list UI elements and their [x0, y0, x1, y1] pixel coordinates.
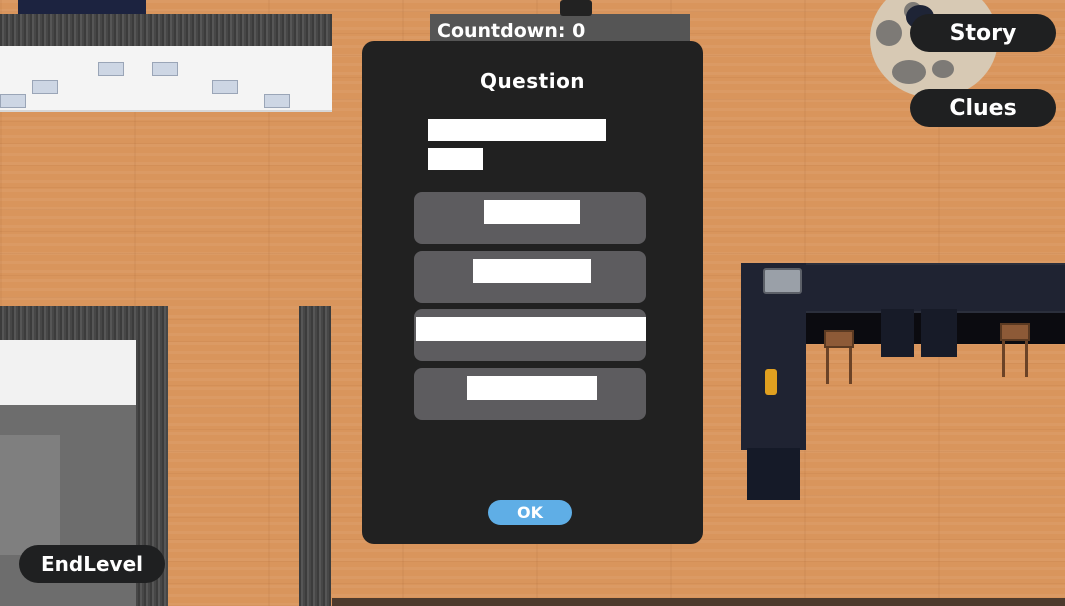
soda-can-icon [765, 369, 777, 395]
top-left-furniture [18, 0, 146, 14]
countdown-value: 0 [572, 20, 586, 42]
clues-button[interactable]: Clues [910, 89, 1056, 127]
answer-text-redacted [473, 259, 591, 283]
end-level-button[interactable]: EndLevel [19, 545, 165, 583]
question-title: Question [479, 69, 586, 93]
countdown-display: Countdown: 0 [437, 20, 585, 42]
answer-text-redacted [467, 376, 597, 400]
bar-stool [1000, 323, 1030, 377]
countdown-label: Countdown: [437, 20, 566, 42]
story-button[interactable]: Story [910, 14, 1056, 52]
bar-stool [824, 330, 854, 384]
ok-button[interactable]: OK [488, 500, 572, 525]
question-text-redacted [428, 119, 606, 141]
sink-icon [763, 268, 802, 294]
left-room-counter [0, 340, 136, 406]
answer-text-redacted [416, 317, 646, 341]
answer-option-1[interactable] [414, 192, 646, 244]
answer-option-3[interactable] [414, 309, 646, 361]
answer-option-2[interactable] [414, 251, 646, 303]
question-text-redacted [428, 148, 483, 170]
answer-text-redacted [484, 200, 580, 224]
top-left-wall [0, 14, 332, 48]
question-dialog: Question OK [362, 41, 703, 544]
bottom-wall-edge [332, 598, 1065, 606]
kitchen-counter-base [747, 448, 800, 500]
center-wall-pillar [299, 306, 331, 606]
counter-cabinet [881, 309, 914, 357]
left-room-floor-stain [0, 435, 60, 555]
answer-option-4[interactable] [414, 368, 646, 420]
office-desk-row [0, 46, 332, 112]
top-chair [560, 0, 592, 16]
counter-cabinet [921, 309, 957, 357]
